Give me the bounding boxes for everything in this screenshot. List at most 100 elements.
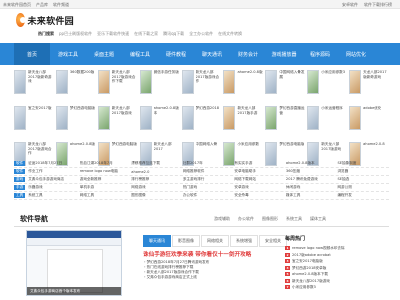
section-link[interactable]: 系统工具 xyxy=(286,216,302,222)
list-link[interactable]: 排行榜推荐 xyxy=(131,177,183,182)
software-item[interactable]: 新天龙八部2017版游戏合作下载 xyxy=(97,70,138,102)
section-link[interactable]: 媒体工具 xyxy=(310,216,326,222)
list-link[interactable]: ahome2.0.8版本 xyxy=(286,161,338,166)
nav-item-game-tools[interactable]: 游戏工具 xyxy=(50,43,86,65)
list-link[interactable]: remove logo now电脑 xyxy=(80,169,132,174)
list-link[interactable]: 网络游戏 xyxy=(131,185,183,190)
list-link[interactable]: 网游公测 xyxy=(337,185,389,190)
list-link[interactable]: 安全杀毒 xyxy=(234,193,286,198)
list-link[interactable]: 乐器游戏 xyxy=(28,185,80,190)
hot-search-link[interactable]: 在线文件转换 xyxy=(218,31,242,37)
software-item[interactable]: 中国网络入骨发展 xyxy=(265,70,305,102)
top-link-android[interactable]: 安卓软件 xyxy=(342,2,358,8)
list-link[interactable]: 媒体工具 xyxy=(286,193,338,198)
software-title: 新天龙八部2017版游戏合作下载 xyxy=(111,70,136,84)
site-logo[interactable]: 未来软件园 xyxy=(16,12,74,28)
list-link[interactable]: 安卓游戏 xyxy=(234,185,286,190)
top-link-channel[interactable]: 软件频道 xyxy=(53,2,69,8)
featured-news: 诛仙手游狂欢季来袭 带你看仅十一剑开攻略 ・梦幻西游2018年7月27日腾讯游戏… xyxy=(143,250,273,280)
hot-search-link[interactable]: 亚乐下载软件快速 xyxy=(97,31,129,37)
list-tag[interactable]: 游戏 xyxy=(14,177,26,182)
software-item[interactable]: 微信手游任务版 xyxy=(139,70,180,102)
tab-chat[interactable]: 聊天通讯 xyxy=(143,235,171,247)
software-item[interactable]: ahome2.0.8版本 xyxy=(139,106,180,138)
list-link[interactable]: 作业工作 xyxy=(28,169,80,174)
news-item[interactable]: ・艾弗众包手游游戏商店正式上线 xyxy=(143,275,273,280)
list-link[interactable]: SE抽象制度 xyxy=(337,161,389,166)
software-title: 新天龙八部2017版游戏合作 xyxy=(195,70,220,84)
list-link[interactable]: 游戏全新推荐 xyxy=(80,177,132,182)
list-link[interactable]: 办公软件 xyxy=(183,193,235,198)
list-link[interactable]: 网络下载网站 xyxy=(234,177,286,182)
list-link[interactable]: 社群2017年 xyxy=(183,161,235,166)
list-link[interactable]: 编程开发 xyxy=(337,193,389,198)
software-item[interactable]: 小米运营程序 xyxy=(307,106,347,138)
nav-item-hardware[interactable]: 硬件教程 xyxy=(158,43,194,65)
list-link[interactable]: 网络推荐软件 xyxy=(183,169,235,174)
software-item[interactable]: 宝之安2017版 xyxy=(14,106,54,138)
list-link[interactable]: ahome2.0 xyxy=(131,170,183,174)
section-link[interactable]: 办公软件 xyxy=(238,216,254,222)
list-link[interactable]: 浏览器 xyxy=(337,169,389,174)
list-link[interactable]: 热血江湖2018年7月 xyxy=(80,161,132,166)
nav-item-seo[interactable]: 网站优化 xyxy=(338,43,374,65)
software-item[interactable]: 小米应用参数3 xyxy=(307,70,347,102)
software-item[interactable]: ahome2.0.8版 xyxy=(223,70,263,102)
list-tag[interactable]: 工具 xyxy=(14,193,26,198)
software-item[interactable]: 新天龙八部2017版游戏 xyxy=(97,106,138,138)
top-bar: 未来软件园首页 产品库 软件频道 安卓软件 软件下载排行榜 xyxy=(0,0,400,9)
list-tag[interactable]: 软件 xyxy=(14,161,26,166)
tab-media[interactable]: 影音图像 xyxy=(172,235,200,247)
ranking-item[interactable]: 7 小米应用参数3 xyxy=(285,284,389,291)
software-item[interactable]: 梦幻西游电脑版 xyxy=(55,106,96,138)
featured-headline[interactable]: 诛仙手游狂欢季来袭 带你看仅十一剑开攻略 xyxy=(143,250,273,258)
list-link[interactable]: 多主游戏排行 xyxy=(183,177,235,182)
list-link[interactable]: 安卓电脑助手 xyxy=(234,169,286,174)
list-link[interactable]: 有实实手游 xyxy=(234,161,286,166)
nav-item-chat[interactable]: 聊天通讯 xyxy=(194,43,230,65)
nav-item-programming[interactable]: 编程工具 xyxy=(122,43,158,65)
rank-number-badge: 5 xyxy=(285,272,290,276)
section-link[interactable]: 游戏辅助 xyxy=(214,216,230,222)
software-item[interactable]: 新天龙八部2017版手游 xyxy=(223,106,263,138)
software-item[interactable]: 梦幻西游2018 xyxy=(181,106,222,138)
list-tag[interactable]: 手游 xyxy=(14,185,26,190)
software-title: ahome2.0.8版 xyxy=(237,70,263,74)
software-item[interactable]: adobe优化 xyxy=(349,106,389,138)
list-link[interactable]: 图形图像 xyxy=(131,193,183,198)
software-item[interactable]: 天龙八部2017版新奇游戏 xyxy=(349,70,389,102)
list-link[interactable]: 系统工具 xyxy=(28,193,80,198)
hot-search-link[interactable]: pp巴士刷版权软件 xyxy=(59,31,92,37)
list-tag[interactable]: 软件 xyxy=(14,169,26,174)
top-link-home[interactable]: 未来软件园首页 xyxy=(3,2,31,8)
featured-screenshot[interactable]: 艾弗众包手游商店首个版本发布 xyxy=(26,230,122,296)
top-link-ranking[interactable]: 软件下载排行榜 xyxy=(364,2,392,8)
list-link[interactable]: 漂移推荐互连下载 xyxy=(131,161,183,166)
list-link[interactable]: 艾弗众包手游游戏商店 xyxy=(28,177,80,182)
list-link[interactable]: 360压缩 xyxy=(286,169,338,174)
nav-item-desktop-themes[interactable]: 桌面主题 xyxy=(86,43,122,65)
top-link-products[interactable]: 产品库 xyxy=(36,2,48,8)
hot-search-link[interactable]: 在线下载之家 xyxy=(134,31,158,37)
nav-item-finance[interactable]: 财务会计 xyxy=(230,43,266,65)
list-link[interactable]: 2017 腾讯免费游戏 xyxy=(286,177,338,182)
list-link[interactable]: 热门游戏 xyxy=(183,185,235,190)
tab-system[interactable]: 系统增强 xyxy=(230,235,258,247)
nav-item-source-code[interactable]: 程序源码 xyxy=(302,43,338,65)
software-item[interactable]: 360数据200版 xyxy=(55,70,96,102)
software-item[interactable]: 新天龙八部2017版新奇游戏 xyxy=(14,70,54,102)
software-item[interactable]: 梦幻西游直播运营 xyxy=(265,106,305,138)
nav-item-game-player[interactable]: 游戏播放器 xyxy=(266,43,302,65)
software-item[interactable]: 新天龙八部2017版游戏合作 xyxy=(181,70,222,102)
section-link[interactable]: 图像图形 xyxy=(262,216,278,222)
tab-security[interactable]: 安全相关 xyxy=(259,235,287,247)
list-link[interactable]: 休闲游戏 xyxy=(286,185,338,190)
nav-item-home[interactable]: 首页 xyxy=(14,43,50,65)
hot-search-link[interactable]: 腾讯qq下载 xyxy=(163,31,184,37)
list-link[interactable]: 单机手游 xyxy=(80,185,132,190)
list-link[interactable]: 网络工具 xyxy=(80,193,132,198)
hot-search-link[interactable]: 全工办公软件 xyxy=(189,31,213,37)
list-link[interactable]: SE抽选 xyxy=(337,177,389,182)
tab-network[interactable]: 网络相关 xyxy=(201,235,229,247)
list-link[interactable]: 征途2018年7月27日 xyxy=(28,161,80,166)
